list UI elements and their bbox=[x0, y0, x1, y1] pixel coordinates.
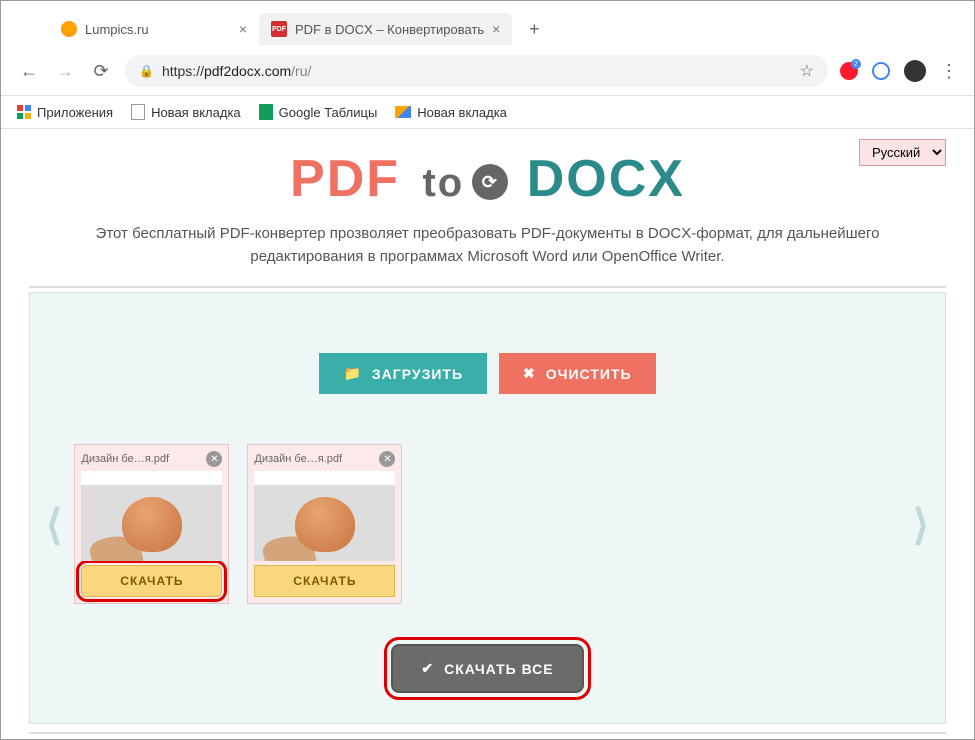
check-icon: ✔ bbox=[421, 660, 434, 677]
new-tab-button[interactable]: + bbox=[520, 15, 548, 43]
page-content: Русский PDF to⟳ DOCX Этот бесплатный PDF… bbox=[1, 129, 974, 734]
clear-label: ОЧИСТИТЬ bbox=[546, 366, 632, 382]
profile-avatar[interactable] bbox=[904, 60, 926, 82]
divider bbox=[29, 732, 946, 734]
language-selector[interactable]: Русский bbox=[859, 139, 946, 166]
close-tab-icon[interactable]: × bbox=[492, 21, 500, 37]
download-file-button[interactable]: СКАЧАТЬ bbox=[254, 565, 395, 597]
clear-button[interactable]: ✖ ОЧИСТИТЬ bbox=[499, 353, 656, 394]
download-all-button[interactable]: ✔ СКАЧАТЬ ВСЕ bbox=[391, 644, 583, 693]
file-name: Дизайн бе…я.pdf bbox=[81, 453, 169, 465]
reload-button[interactable]: ⟳ bbox=[89, 59, 113, 83]
remove-file-icon[interactable]: ✕ bbox=[379, 451, 395, 467]
toolbar-icons: 2 ⋮ bbox=[840, 60, 958, 82]
bookmark-newtab-2[interactable]: Новая вкладка bbox=[395, 105, 507, 120]
opera-badge: 2 bbox=[851, 59, 861, 69]
download-all-label: СКАЧАТЬ ВСЕ bbox=[444, 661, 553, 677]
logo-pdf: PDF bbox=[290, 150, 400, 208]
browser-menu-icon[interactable]: ⋮ bbox=[940, 61, 958, 82]
url-text: https://pdf2docx.com/ru/ bbox=[162, 63, 792, 79]
carousel-right-arrow[interactable]: ⟩ bbox=[909, 500, 933, 549]
logo-to: to bbox=[422, 161, 464, 205]
tab-title: PDF в DOCX – Конвертировать bbox=[295, 22, 484, 37]
divider bbox=[29, 286, 946, 288]
times-icon: ✖ bbox=[523, 365, 536, 382]
tab-lumpics[interactable]: Lumpics.ru × bbox=[49, 13, 259, 45]
document-icon bbox=[131, 104, 145, 120]
file-header: Дизайн бе…я.pdf ✕ bbox=[254, 451, 395, 471]
language-dropdown[interactable]: Русский bbox=[859, 139, 946, 166]
logo-docx: DOCX bbox=[527, 150, 685, 208]
bookmark-sheets[interactable]: Google Таблицы bbox=[259, 104, 378, 120]
apps-icon bbox=[17, 105, 31, 119]
bookmark-label: Новая вкладка bbox=[151, 105, 241, 120]
convert-arrow-icon: ⟳ bbox=[472, 164, 508, 200]
site-logo: PDF to⟳ DOCX bbox=[1, 139, 974, 223]
back-button[interactable]: ← bbox=[17, 59, 41, 83]
remove-file-icon[interactable]: ✕ bbox=[206, 451, 222, 467]
address-bar[interactable]: 🔒 https://pdf2docx.com/ru/ ☆ bbox=[125, 55, 828, 87]
file-header: Дизайн бе…я.pdf ✕ bbox=[81, 451, 222, 471]
lock-icon: 🔒 bbox=[139, 64, 154, 78]
bookmark-label: Приложения bbox=[37, 105, 113, 120]
file-card: Дизайн бе…я.pdf ✕ СКАЧАТЬ bbox=[74, 444, 229, 604]
file-card: Дизайн бе…я.pdf ✕ СКАЧАТЬ bbox=[247, 444, 402, 604]
file-name: Дизайн бе…я.pdf bbox=[254, 453, 342, 465]
bookmark-label: Google Таблицы bbox=[279, 105, 378, 120]
bookmark-apps[interactable]: Приложения bbox=[17, 105, 113, 120]
upload-label: ЗАГРУЗИТЬ bbox=[372, 366, 463, 382]
image-icon bbox=[395, 106, 411, 118]
files-list: Дизайн бе…я.pdf ✕ СКАЧАТЬ Дизайн бе…я.pd… bbox=[74, 444, 900, 604]
forward-button[interactable]: → bbox=[53, 59, 77, 83]
tab-bar: Lumpics.ru × PDF PDF в DOCX – Конвертиро… bbox=[1, 1, 974, 47]
site-description: Этот бесплатный PDF-конвертер прозволяет… bbox=[1, 223, 974, 286]
upload-button[interactable]: 📁 ЗАГРУЗИТЬ bbox=[319, 353, 487, 394]
files-area: ⟨ Дизайн бе…я.pdf ✕ СКАЧАТЬ Дизайн бе…я.… bbox=[42, 444, 933, 604]
carousel-left-arrow[interactable]: ⟨ bbox=[42, 500, 66, 549]
globe-extension-icon[interactable] bbox=[872, 62, 890, 80]
bookmark-newtab-1[interactable]: Новая вкладка bbox=[131, 104, 241, 120]
bookmark-star-icon[interactable]: ☆ bbox=[800, 61, 814, 81]
opera-extension-icon[interactable]: 2 bbox=[840, 62, 858, 80]
sheets-icon bbox=[259, 104, 273, 120]
tab-title: Lumpics.ru bbox=[85, 22, 149, 37]
address-row: ← → ⟳ 🔒 https://pdf2docx.com/ru/ ☆ 2 ⋮ bbox=[1, 47, 974, 96]
tab-pdf2docx[interactable]: PDF PDF в DOCX – Конвертировать × bbox=[259, 13, 512, 45]
bookmarks-bar: Приложения Новая вкладка Google Таблицы … bbox=[1, 96, 974, 129]
folder-icon: 📁 bbox=[343, 365, 361, 382]
download-all-wrap: ✔ СКАЧАТЬ ВСЕ bbox=[42, 644, 933, 693]
bookmark-label: Новая вкладка bbox=[417, 105, 507, 120]
file-thumbnail bbox=[254, 471, 395, 561]
close-tab-icon[interactable]: × bbox=[239, 21, 247, 37]
download-file-button[interactable]: СКАЧАТЬ bbox=[81, 565, 222, 597]
converter-area: 📁 ЗАГРУЗИТЬ ✖ ОЧИСТИТЬ ⟨ Дизайн бе…я.pdf… bbox=[29, 292, 946, 724]
pdf-favicon-icon: PDF bbox=[271, 21, 287, 37]
file-thumbnail bbox=[81, 471, 222, 561]
lumpics-favicon-icon bbox=[61, 21, 77, 37]
action-buttons: 📁 ЗАГРУЗИТЬ ✖ ОЧИСТИТЬ bbox=[42, 353, 933, 394]
